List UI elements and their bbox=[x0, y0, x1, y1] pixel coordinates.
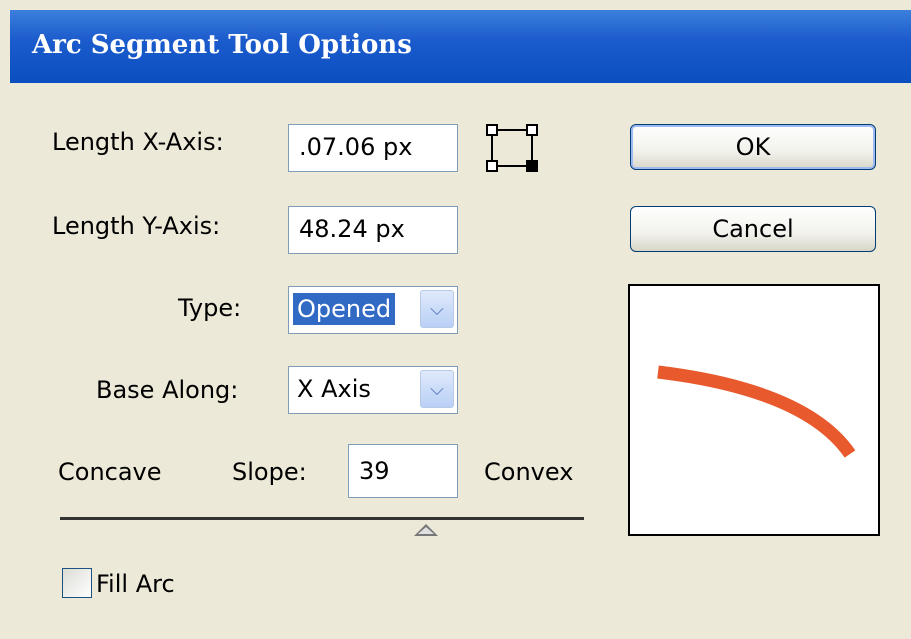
base-along-label: Base Along: bbox=[96, 376, 239, 404]
type-label: Type: bbox=[178, 294, 242, 322]
length-x-input[interactable]: .07.06 px bbox=[288, 124, 458, 172]
cancel-button[interactable]: Cancel bbox=[630, 206, 876, 252]
chevron-down-icon[interactable]: ⌵ bbox=[420, 290, 454, 328]
type-select[interactable]: Opened ⌵ bbox=[288, 286, 458, 334]
arc-preview-curve bbox=[657, 365, 856, 458]
slope-input[interactable]: 39 bbox=[348, 444, 458, 498]
base-along-select[interactable]: X Axis ⌵ bbox=[288, 366, 458, 414]
ok-button[interactable]: OK bbox=[630, 124, 876, 170]
title-bar: Arc Segment Tool Options bbox=[10, 10, 911, 83]
concave-label: Concave bbox=[58, 458, 162, 486]
dialog-title: Arc Segment Tool Options bbox=[32, 30, 412, 60]
length-y-input[interactable]: 48.24 px bbox=[288, 206, 458, 254]
slope-label: Slope: bbox=[232, 458, 307, 486]
chevron-down-icon[interactable]: ⌵ bbox=[420, 370, 454, 408]
slope-slider-track[interactable] bbox=[60, 517, 584, 520]
length-x-label: Length X-Axis: bbox=[52, 128, 224, 156]
base-along-selected-value: X Axis bbox=[297, 375, 371, 403]
arc-preview bbox=[628, 284, 880, 536]
fill-arc-label: Fill Arc bbox=[96, 570, 175, 598]
type-selected-value: Opened bbox=[293, 293, 396, 325]
reference-point-locator-icon[interactable] bbox=[484, 122, 540, 174]
length-y-label: Length Y-Axis: bbox=[52, 212, 221, 240]
slope-slider-thumb[interactable] bbox=[414, 524, 438, 536]
fill-arc-checkbox[interactable] bbox=[62, 568, 92, 598]
convex-label: Convex bbox=[484, 458, 574, 486]
